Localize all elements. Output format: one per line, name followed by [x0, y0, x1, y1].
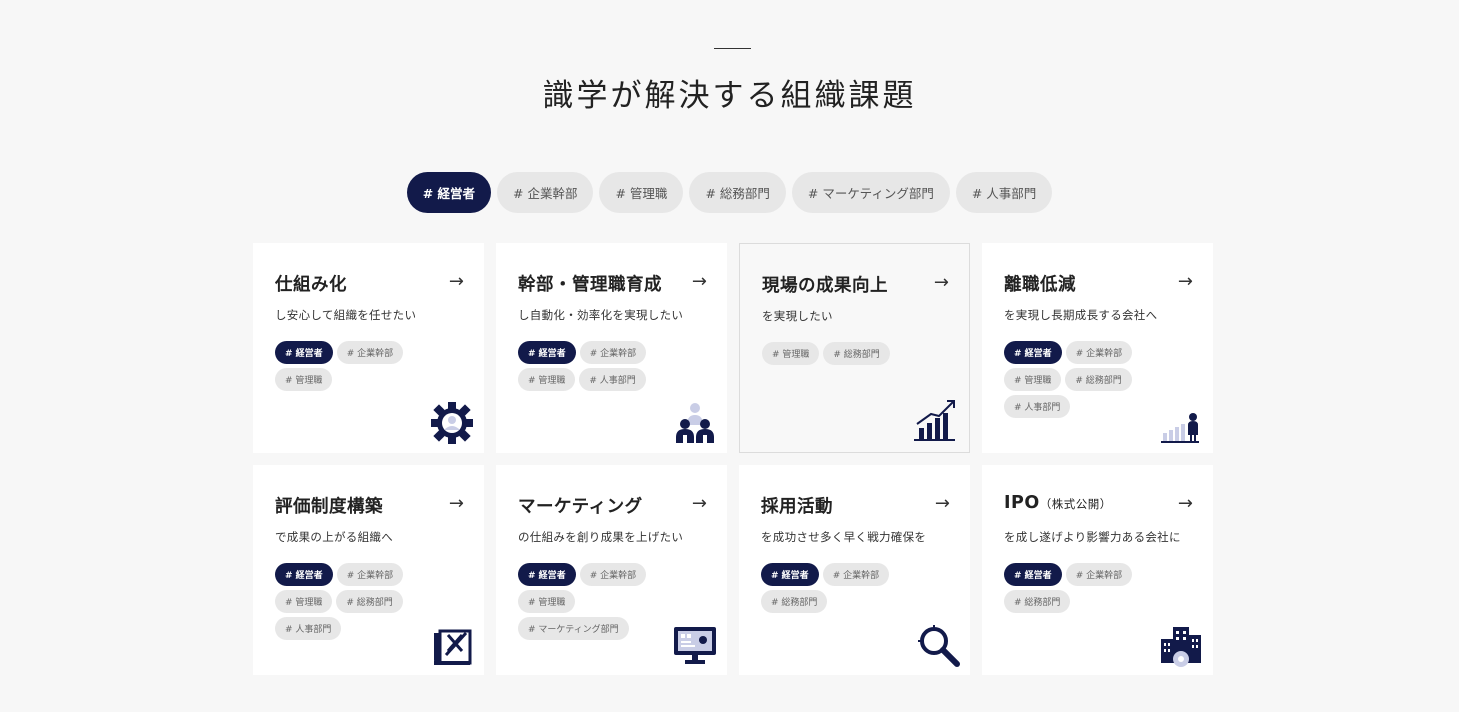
issue-card-turnover-reduction[interactable]: 離職低減 → を実現し長期成長する会社へ # 経営者 # 企業幹部 # 管理職 … — [982, 243, 1213, 453]
issue-card-leader-development[interactable]: 幹部・管理職育成 → し自動化・効率化を実現したい # 経営者 # 企業幹部 #… — [496, 243, 727, 453]
team-icon — [676, 403, 714, 443]
card-tags: # 経営者 # 企業幹部 # 総務部門 — [761, 563, 911, 613]
filter-bar: # 経営者 # 企業幹部 # 管理職 # 総務部門 # マーケティング部門 # … — [0, 172, 1459, 213]
person-chart-icon — [1161, 413, 1199, 443]
tag: # 企業幹部 — [336, 341, 404, 364]
tag: # 総務部門 — [1065, 368, 1132, 391]
tag: # 総務部門 — [1004, 590, 1071, 613]
tag: # 企業幹部 — [579, 563, 647, 586]
card-tags: # 経営者 # 企業幹部 # 総務部門 — [1004, 563, 1154, 613]
tag: # 企業幹部 — [336, 563, 404, 586]
card-tags: # 経営者 # 企業幹部 # 管理職 # 総務部門 # 人事部門 — [275, 563, 425, 640]
card-title: IPO（株式公開） — [1004, 493, 1112, 513]
filter-hr[interactable]: # 人事部門 — [955, 172, 1053, 213]
tag: # 企業幹部 — [822, 563, 890, 586]
tag: # 人事部門 — [1004, 395, 1071, 418]
arrow-right-icon: → — [933, 272, 949, 293]
filter-executive[interactable]: # 経営者 — [406, 172, 492, 213]
filter-general-affairs[interactable]: # 総務部門 — [689, 172, 786, 213]
card-description: を実現したい — [762, 309, 833, 323]
card-description: し安心して組織を任せたい — [275, 308, 417, 322]
card-title: 評価制度構築 — [275, 497, 383, 517]
arrow-right-icon: → — [448, 271, 464, 292]
tag: # 管理職 — [1004, 368, 1062, 391]
card-title: 仕組み化 — [275, 275, 347, 295]
tag: # 企業幹部 — [1065, 563, 1133, 586]
card-description: し自動化・効率化を実現したい — [518, 308, 684, 322]
tag: # 総務部門 — [336, 590, 403, 613]
issue-card-evaluation-system[interactable]: 評価制度構築 → で成果の上がる組織へ # 経営者 # 企業幹部 # 管理職 #… — [253, 465, 484, 675]
tag: # 経営者 — [518, 563, 576, 586]
section-title: 識学が解決する組織課題 — [542, 78, 917, 114]
card-tags: # 経営者 # 企業幹部 # 管理職 # 総務部門 # 人事部門 — [1004, 341, 1154, 418]
card-description: を成し遂げより影響力ある会社に — [1004, 530, 1181, 544]
tag: # 管理職 — [275, 368, 333, 391]
arrow-right-icon: → — [691, 493, 707, 514]
filter-manager[interactable]: # 管理職 — [599, 172, 684, 213]
card-title: 採用活動 — [761, 497, 833, 517]
issue-card-systemization[interactable]: 仕組み化 → し安心して組織を任せたい # 経営者 # 企業幹部 # 管理職 — [253, 243, 484, 453]
tag: # 経営者 — [761, 563, 819, 586]
evaluation-icon — [434, 629, 472, 665]
arrow-right-icon: → — [934, 493, 950, 514]
tag: # 経営者 — [1004, 563, 1062, 586]
tag: # 人事部門 — [275, 617, 342, 640]
card-tags: # 経営者 # 企業幹部 # 管理職 # マーケティング部門 — [518, 563, 668, 640]
issue-card-field-results[interactable]: 現場の成果向上 → を実現したい # 管理職 # 総務部門 — [739, 243, 970, 453]
card-title-sub: （株式公開） — [1039, 497, 1112, 511]
tag: # 経営者 — [1004, 341, 1062, 364]
issue-card-marketing[interactable]: マーケティング → の仕組みを創り成果を上げたい # 経営者 # 企業幹部 # … — [496, 465, 727, 675]
tag: # マーケティング部門 — [518, 617, 629, 640]
card-title: 幹部・管理職育成 — [518, 275, 662, 295]
tag: # 管理職 — [518, 368, 576, 391]
issue-card-ipo[interactable]: IPO（株式公開） → を成し遂げより影響力ある会社に # 経営者 # 企業幹部… — [982, 465, 1213, 675]
card-tags: # 経営者 # 企業幹部 # 管理職 # 人事部門 — [518, 341, 668, 391]
arrow-right-icon: → — [448, 493, 464, 514]
tag: # 管理職 — [518, 590, 576, 613]
card-title: 離職低減 — [1004, 275, 1076, 295]
arrow-right-icon: → — [1177, 493, 1193, 514]
card-title-main: IPO — [1004, 493, 1040, 513]
tag: # 経営者 — [275, 563, 333, 586]
arrow-right-icon: → — [691, 271, 707, 292]
card-description: で成果の上がる組織へ — [275, 530, 393, 544]
tag: # 経営者 — [518, 341, 576, 364]
gear-person-icon — [431, 402, 473, 444]
tag: # 人事部門 — [579, 368, 646, 391]
card-title: 現場の成果向上 — [762, 276, 888, 296]
magnifier-icon — [918, 625, 960, 667]
filter-marketing[interactable]: # マーケティング部門 — [791, 172, 950, 213]
tag: # 企業幹部 — [579, 341, 647, 364]
arrow-right-icon: → — [1177, 271, 1193, 292]
card-tags: # 経営者 # 企業幹部 # 管理職 — [275, 341, 425, 391]
tag: # 経営者 — [275, 341, 333, 364]
card-description: を実現し長期成長する会社へ — [1004, 308, 1158, 322]
tag: # 企業幹部 — [1065, 341, 1133, 364]
tag: # 総務部門 — [761, 590, 828, 613]
title-decoration-line — [714, 48, 751, 49]
monitor-icon — [674, 627, 716, 664]
tag: # 管理職 — [762, 342, 820, 365]
card-description: の仕組みを創り成果を上げたい — [518, 530, 684, 544]
tag: # 管理職 — [275, 590, 333, 613]
buildings-icon — [1161, 627, 1201, 667]
issue-card-recruitment[interactable]: 採用活動 → を成功させ多く早く戦力確保を # 経営者 # 企業幹部 # 総務部… — [739, 465, 970, 675]
tag: # 総務部門 — [823, 342, 890, 365]
card-title: マーケティング — [518, 497, 643, 517]
growth-chart-icon — [914, 400, 955, 441]
card-description: を成功させ多く早く戦力確保を — [761, 530, 927, 544]
card-tags: # 管理職 # 総務部門 — [762, 342, 912, 365]
issue-card-grid: 仕組み化 → し安心して組織を任せたい # 経営者 # 企業幹部 # 管理職 幹… — [253, 243, 1213, 675]
filter-senior-manager[interactable]: # 企業幹部 — [497, 172, 594, 213]
